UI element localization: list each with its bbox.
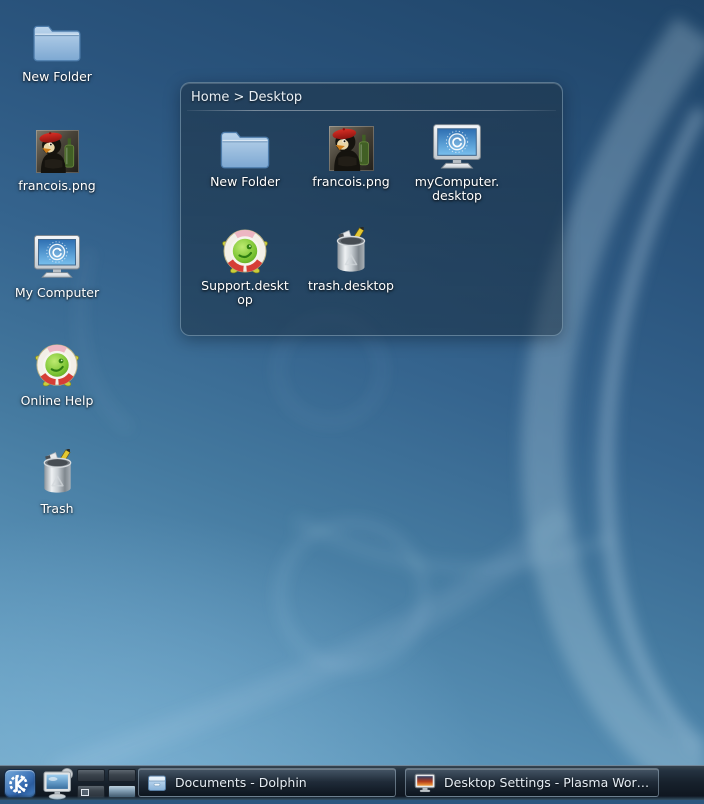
desktop-root: { "desktop": { "icons": [ {"label": "New… (0, 0, 704, 800)
pager-desktop-3[interactable] (77, 785, 105, 798)
task-button-dolphin[interactable]: Documents - Dolphin (138, 768, 396, 797)
desktop-icon-label: Trash (40, 502, 73, 516)
trash-icon (331, 223, 371, 275)
pager-window-thumbnail (81, 789, 89, 796)
header-separator (187, 110, 556, 111)
folder-view-item-mycomputer-desktop[interactable]: myComputer.desktop (405, 119, 509, 204)
task-button-label: Documents - Dolphin (175, 775, 307, 790)
desktop-icon-online-help[interactable]: Online Help (7, 340, 107, 408)
desktop-icon-new-folder[interactable]: New Folder (7, 16, 107, 84)
show-desktop-icon (41, 767, 75, 801)
folder-view-widget: Home > Desktop New Folder francois.png m… (180, 82, 563, 336)
folder-view-item-label: Support.desktop (200, 279, 290, 308)
task-button-desktop-settings[interactable]: Desktop Settings - Plasma Workspace (405, 768, 659, 797)
file-manager-icon (147, 773, 167, 793)
lifesaver-help-icon (221, 223, 269, 275)
desktop-icon-label: francois.png (18, 179, 95, 193)
image-thumbnail-icon (36, 125, 79, 173)
folder-view-item-francois-png[interactable]: francois.png (299, 119, 403, 189)
display-settings-icon (414, 773, 436, 793)
desktop-icon-label: My Computer (15, 286, 99, 300)
trash-icon (38, 448, 77, 496)
folder-view-item-label: New Folder (210, 175, 280, 189)
folder-view-item-support-desktop[interactable]: Support.desktop (193, 223, 297, 308)
pager-desktop-1[interactable] (77, 769, 105, 782)
folder-view-item-label: francois.png (312, 175, 389, 189)
pager-desktop-2[interactable] (108, 769, 136, 782)
virtual-desktop-pager (77, 769, 136, 798)
image-thumbnail-icon (329, 119, 374, 171)
breadcrumb: Home > Desktop (191, 90, 302, 105)
taskbar-panel: Documents - Dolphin Desktop Settings - P… (0, 765, 704, 800)
kde-menu-button[interactable] (4, 769, 36, 798)
kde-menu-icon (6, 770, 34, 798)
folder-icon (219, 119, 271, 171)
folder-view-item-trash-desktop[interactable]: trash.desktop (299, 223, 403, 293)
desktop-icon-label: Online Help (21, 394, 94, 408)
computer-icon (432, 119, 482, 171)
desktop-icon-label: New Folder (22, 70, 92, 84)
task-button-label: Desktop Settings - Plasma Workspace (444, 775, 650, 790)
desktop-icon-my-computer[interactable]: My Computer (7, 232, 107, 300)
folder-view-item-label: myComputer.desktop (414, 175, 500, 204)
lifesaver-help-icon (34, 340, 80, 388)
computer-icon (33, 232, 81, 280)
show-desktop-button[interactable] (41, 767, 75, 801)
folder-icon (32, 16, 82, 64)
desktop-icon-trash[interactable]: Trash (7, 448, 107, 516)
folder-view-item-label: trash.desktop (308, 279, 394, 293)
folder-view-item-new-folder[interactable]: New Folder (193, 119, 297, 189)
desktop-icon-francois-png[interactable]: francois.png (7, 125, 107, 193)
pager-desktop-4-active[interactable] (108, 785, 136, 798)
